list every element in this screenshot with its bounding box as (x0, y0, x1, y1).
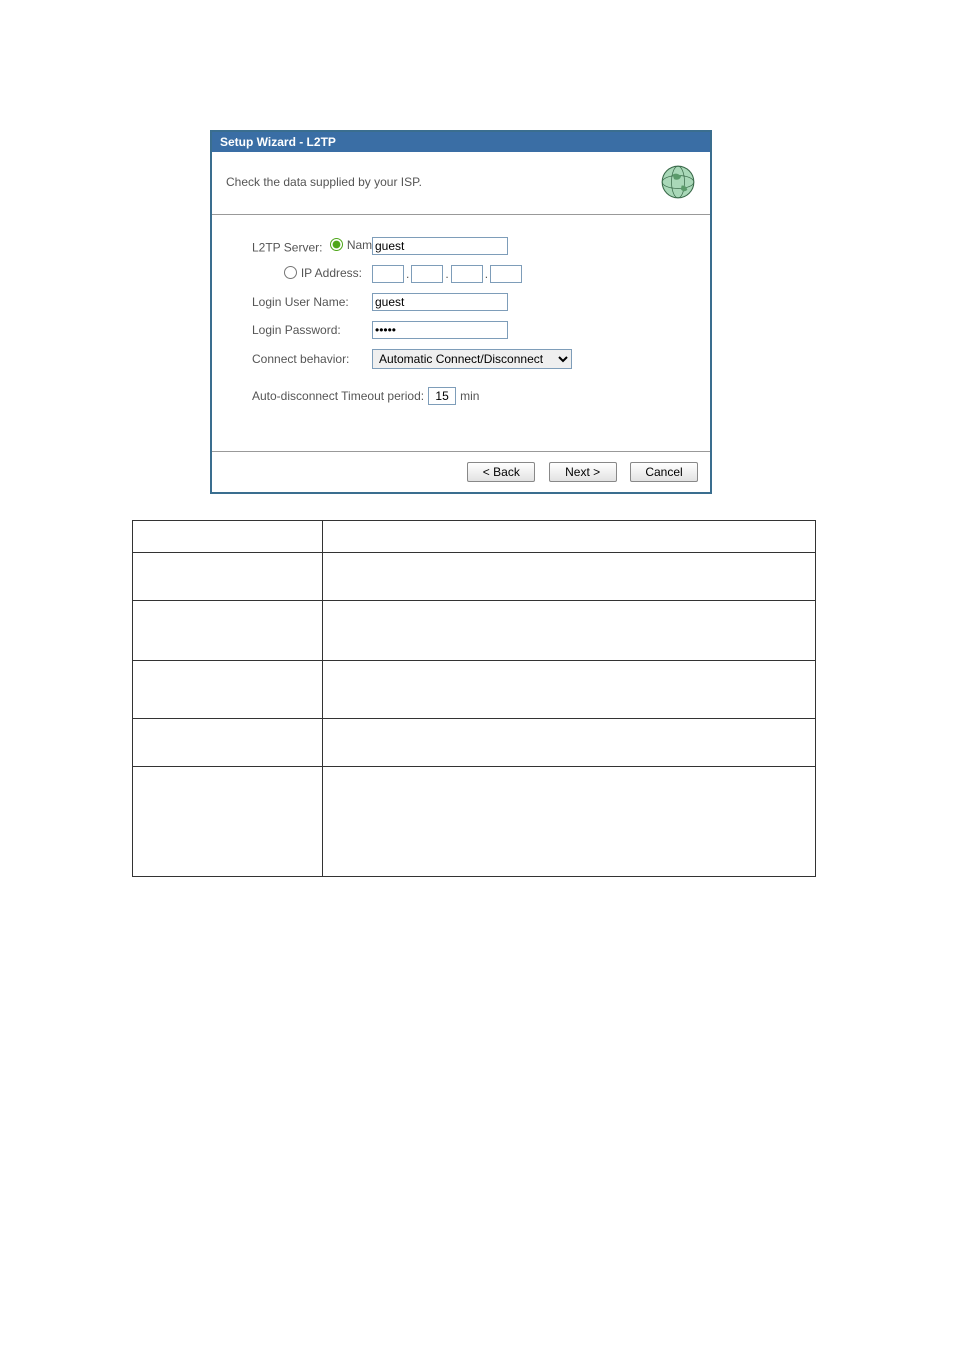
radio-name[interactable] (330, 238, 343, 251)
radio-ip[interactable] (284, 266, 297, 279)
table-row (323, 553, 816, 601)
table-row (133, 601, 323, 661)
cancel-button[interactable]: Cancel (630, 462, 698, 482)
setup-wizard-l2tp: Setup Wizard - L2TP Check the data suppl… (210, 130, 712, 494)
table-row (133, 661, 323, 719)
wizard-header: Check the data supplied by your ISP. (212, 152, 710, 215)
timeout-prefix: Auto-disconnect Timeout period: (252, 389, 424, 403)
table-row (133, 719, 323, 767)
table-row (133, 521, 323, 553)
table-row (323, 767, 816, 877)
connect-behavior-label: Connect behavior: (252, 352, 372, 366)
ip-octet-3[interactable] (451, 265, 483, 283)
table-row (323, 601, 816, 661)
login-pass-label: Login Password: (252, 323, 372, 337)
ip-octet-4[interactable] (490, 265, 522, 283)
timeout-input[interactable] (428, 387, 456, 405)
next-button[interactable]: Next > (549, 462, 617, 482)
login-user-input[interactable] (372, 293, 508, 311)
timeout-row: Auto-disconnect Timeout period: min (252, 387, 680, 405)
wizard-titlebar: Setup Wizard - L2TP (212, 132, 710, 152)
table-row (133, 767, 323, 877)
radio-ip-label: IP Address: (301, 266, 362, 280)
ip-octet-2[interactable] (411, 265, 443, 283)
description-table (132, 520, 816, 877)
table-row (133, 553, 323, 601)
ip-address-group: ... (372, 265, 522, 283)
back-button[interactable]: < Back (467, 462, 535, 482)
globe-icon (660, 164, 696, 200)
table-row (323, 661, 816, 719)
l2tp-server-label: L2TP Server: Name: (252, 238, 372, 255)
ip-octet-1[interactable] (372, 265, 404, 283)
server-name-input[interactable] (372, 237, 508, 255)
table-row (323, 521, 816, 553)
login-password-input[interactable] (372, 321, 508, 339)
login-user-label: Login User Name: (252, 295, 372, 309)
timeout-unit: min (460, 389, 479, 403)
ip-address-radio-wrap: IP Address: (252, 266, 372, 283)
instruction-text: Check the data supplied by your ISP. (226, 175, 422, 189)
wizard-footer: < Back Next > Cancel (212, 451, 710, 492)
wizard-body: L2TP Server: Name: IP Address: ... Login… (212, 215, 710, 451)
connect-behavior-select[interactable]: Automatic Connect/Disconnect (372, 349, 572, 369)
table-row (323, 719, 816, 767)
